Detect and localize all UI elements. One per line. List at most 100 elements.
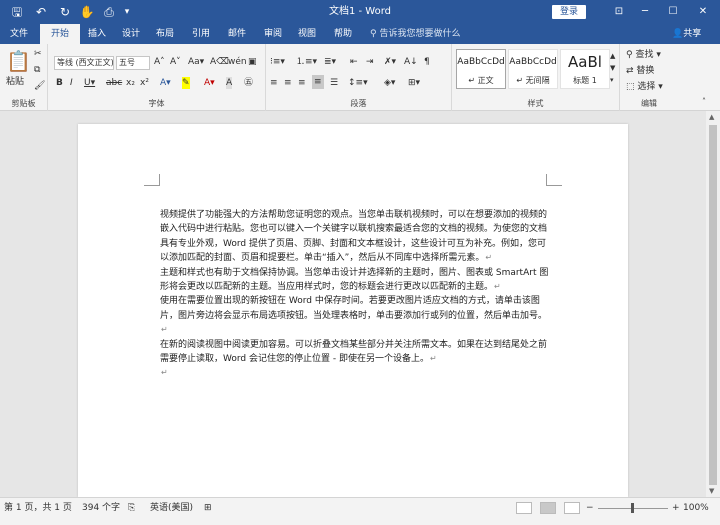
- format-painter-icon[interactable]: 🖌: [34, 80, 45, 92]
- scroll-down-icon[interactable]: ▼: [709, 487, 714, 495]
- styles-scroll-down-icon[interactable]: ▼: [610, 62, 615, 74]
- paragraph-mark: ↵: [161, 325, 168, 335]
- numbering-icon[interactable]: ⒈≡▾: [296, 56, 317, 68]
- tab-review[interactable]: 审阅: [256, 24, 290, 44]
- superscript-icon[interactable]: x²: [140, 77, 149, 89]
- italic-icon[interactable]: I: [70, 77, 73, 89]
- distributed-icon[interactable]: ☰: [330, 77, 338, 89]
- proofing-icon[interactable]: ⎘: [128, 502, 135, 514]
- language[interactable]: 英语(美国): [150, 502, 193, 514]
- paragraph-mark: ↵: [485, 253, 493, 263]
- zoom-in-button[interactable]: +: [672, 502, 680, 514]
- tab-view[interactable]: 视图: [290, 24, 324, 44]
- close-button[interactable]: ✕: [690, 0, 716, 24]
- bullets-icon[interactable]: ⁝≡▾: [270, 56, 285, 68]
- copy-icon[interactable]: ⧉: [34, 64, 40, 76]
- find-button[interactable]: ⚲ 查找 ▾: [626, 49, 661, 61]
- strikethrough-icon[interactable]: abc: [106, 77, 122, 89]
- login-button[interactable]: 登录: [552, 5, 586, 19]
- zoom-level[interactable]: 100%: [683, 502, 709, 514]
- font-group: 等线 (西文正文) 五号 A˄ A˅ Aa▾ A⌫ wén ▣ B I U▾ a…: [48, 44, 266, 111]
- tab-home[interactable]: 开始: [40, 24, 80, 44]
- styles-scroll-up-icon[interactable]: ▲: [610, 50, 615, 62]
- char-border-icon[interactable]: ▣: [248, 56, 257, 68]
- change-case-icon[interactable]: Aa▾: [188, 56, 204, 68]
- word-count[interactable]: 394 个字: [82, 502, 120, 514]
- document-body[interactable]: 视频提供了功能强大的方法帮助您证明您的观点。当您单击联机视频时，可以在想要添加的…: [160, 208, 550, 381]
- align-center-icon[interactable]: ≡: [284, 77, 292, 89]
- paste-icon[interactable]: 📋: [6, 50, 31, 72]
- increase-indent-icon[interactable]: ⇥: [366, 56, 374, 68]
- tab-layout[interactable]: 布局: [148, 24, 182, 44]
- styles-more-icon[interactable]: ▾: [610, 74, 614, 86]
- clipboard-label: 剪贴板: [11, 99, 36, 108]
- person-icon: 👤: [672, 29, 684, 39]
- font-size-select[interactable]: 五号: [116, 56, 150, 70]
- scroll-up-icon[interactable]: ▲: [709, 113, 714, 121]
- web-layout-icon[interactable]: [564, 502, 580, 514]
- align-right-icon[interactable]: ≡: [298, 77, 306, 89]
- paste-button[interactable]: 粘贴: [6, 76, 24, 88]
- clear-formatting-icon[interactable]: A⌫: [210, 56, 229, 68]
- text-effects-icon[interactable]: A▾: [160, 77, 171, 89]
- decrease-indent-icon[interactable]: ⇤: [350, 56, 358, 68]
- style-no-spacing[interactable]: AaBbCcDd ↵ 无间隔: [508, 49, 558, 89]
- font-color-icon[interactable]: A▾: [204, 77, 215, 89]
- zoom-slider-thumb[interactable]: [631, 503, 634, 513]
- minimize-button[interactable]: ─: [632, 0, 658, 24]
- paragraph-mark: ↵: [429, 354, 437, 364]
- align-left-icon[interactable]: ≡: [270, 77, 278, 89]
- tab-design[interactable]: 设计: [114, 24, 148, 44]
- zoom-out-button[interactable]: −: [586, 502, 594, 514]
- sort-icon[interactable]: A↓: [404, 56, 418, 68]
- select-button[interactable]: ⬚ 选择 ▾: [626, 81, 663, 93]
- highlight-icon[interactable]: ✎: [182, 77, 190, 89]
- styles-label: 样式: [527, 99, 544, 108]
- tab-file[interactable]: 文件: [2, 24, 36, 44]
- show-marks-icon[interactable]: ¶: [424, 56, 430, 68]
- select-icon: ⬚: [626, 82, 638, 92]
- font-name-select[interactable]: 等线 (西文正文): [54, 56, 114, 70]
- subscript-icon[interactable]: x₂: [126, 77, 135, 89]
- tab-references[interactable]: 引用: [184, 24, 218, 44]
- style-heading-1[interactable]: AaBl 标题 1: [560, 49, 610, 89]
- tab-mailings[interactable]: 邮件: [220, 24, 254, 44]
- paragraph-group: ⁝≡▾ ⒈≡▾ ≣▾ ⇤ ⇥ ✗▾ A↓ ¶ ≡ ≡ ≡ ≡ ☰ ↕≡▾ ◈▾ …: [266, 44, 452, 111]
- vertical-scrollbar[interactable]: ▲ ▼: [706, 111, 720, 497]
- chinese-layout-icon[interactable]: ✗▾: [384, 56, 396, 68]
- ribbon-tabs: 文件 开始 插入 设计 布局 引用 邮件 审阅 视图 帮助 ⚲ 告诉我您想要做什…: [0, 24, 720, 44]
- paragraph-mark: ↵: [161, 368, 168, 378]
- ribbon-display-icon[interactable]: ⊡: [606, 0, 632, 24]
- document-area: 视频提供了功能强大的方法帮助您证明您的观点。当您单击联机视频时，可以在想要添加的…: [0, 111, 706, 497]
- document-page[interactable]: 视频提供了功能强大的方法帮助您证明您的观点。当您单击联机视频时，可以在想要添加的…: [78, 124, 628, 497]
- underline-icon[interactable]: U▾: [84, 77, 95, 89]
- replace-button[interactable]: ⇄ 替换: [626, 65, 654, 77]
- print-layout-icon[interactable]: [540, 502, 556, 514]
- bold-icon[interactable]: B: [56, 77, 63, 89]
- share-button[interactable]: 👤共享: [672, 24, 701, 44]
- multilevel-list-icon[interactable]: ≣▾: [324, 56, 336, 68]
- enclose-char-icon[interactable]: ㊄: [244, 77, 253, 89]
- char-shading-icon[interactable]: A: [226, 77, 233, 89]
- line-spacing-icon[interactable]: ↕≡▾: [348, 77, 368, 89]
- macro-icon[interactable]: ⊞: [204, 502, 212, 514]
- cut-icon[interactable]: ✂: [34, 48, 42, 60]
- scroll-thumb[interactable]: [709, 125, 717, 485]
- phonetic-guide-icon[interactable]: wén: [228, 56, 247, 68]
- shrink-font-icon[interactable]: A˅: [170, 56, 181, 68]
- shading-icon[interactable]: ◈▾: [384, 77, 395, 89]
- justify-icon[interactable]: ≡: [312, 75, 324, 89]
- style-normal[interactable]: AaBbCcDd ↵ 正文: [456, 49, 506, 89]
- paragraph-1: 视频提供了功能强大的方法帮助您证明您的观点。当您单击联机视频时，可以在想要添加的…: [160, 210, 548, 264]
- read-mode-icon[interactable]: [516, 502, 532, 514]
- maximize-button[interactable]: ☐: [660, 0, 686, 24]
- page-count[interactable]: 第 1 页，共 1 页: [4, 502, 72, 514]
- collapse-ribbon-icon[interactable]: ˄: [702, 96, 706, 108]
- ribbon: 📋 粘贴 ✂ ⧉ 🖌 剪贴板 等线 (西文正文) 五号 A˄ A˅ Aa▾ A⌫…: [0, 44, 720, 111]
- editing-group: ⚲ 查找 ▾ ⇄ 替换 ⬚ 选择 ▾ 编辑: [620, 44, 678, 111]
- tell-me-search[interactable]: ⚲ 告诉我您想要做什么: [370, 24, 460, 44]
- grow-font-icon[interactable]: A˄: [154, 56, 165, 68]
- tab-help[interactable]: 帮助: [326, 24, 360, 44]
- tab-insert[interactable]: 插入: [80, 24, 114, 44]
- borders-icon[interactable]: ⊞▾: [408, 77, 420, 89]
